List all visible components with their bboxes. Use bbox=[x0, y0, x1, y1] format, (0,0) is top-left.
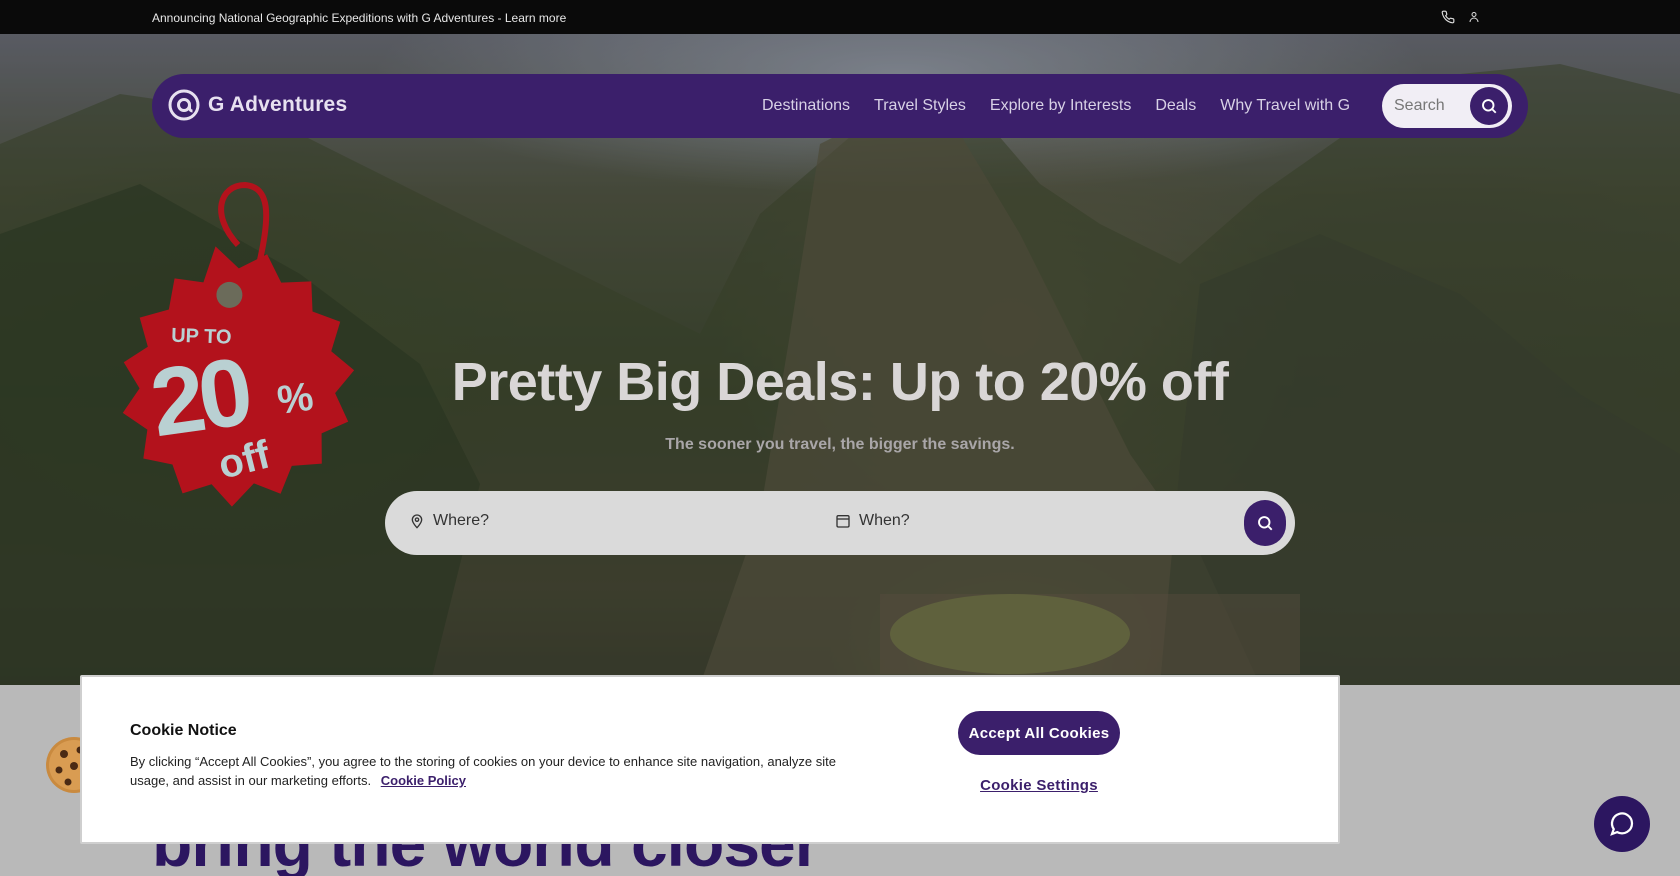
brand-logo[interactable]: G Adventures bbox=[168, 89, 347, 121]
where-field[interactable]: Where? bbox=[409, 512, 489, 530]
accept-all-cookies-button[interactable]: Accept All Cookies bbox=[958, 711, 1120, 755]
location-pin-icon bbox=[411, 514, 423, 529]
cookie-notice: Cookie Notice By clicking “Accept All Co… bbox=[80, 675, 1340, 844]
nav-links: Destinations Travel Styles Explore by In… bbox=[762, 97, 1350, 115]
chat-button[interactable] bbox=[1594, 796, 1650, 852]
nav-link-explore-by-interests[interactable]: Explore by Interests bbox=[990, 97, 1131, 115]
cookie-policy-link[interactable]: Cookie Policy bbox=[381, 773, 466, 788]
main-navigation: G Adventures Destinations Travel Styles … bbox=[152, 74, 1528, 138]
user-icon[interactable] bbox=[1466, 9, 1482, 25]
announcement-link[interactable]: Announcing National Geographic Expeditio… bbox=[152, 11, 566, 25]
nav-link-why-travel-with-g[interactable]: Why Travel with G bbox=[1220, 97, 1350, 115]
trip-search-button[interactable] bbox=[1244, 500, 1286, 546]
hero-subtitle: The sooner you travel, the bigger the sa… bbox=[665, 436, 1015, 453]
cookie-title: Cookie Notice bbox=[130, 722, 237, 739]
when-placeholder: When? bbox=[859, 512, 910, 529]
nav-search bbox=[1382, 84, 1512, 128]
announcement-bar: Announcing National Geographic Expeditio… bbox=[0, 0, 1680, 34]
utility-icons bbox=[1440, 9, 1482, 25]
search-button[interactable] bbox=[1470, 87, 1508, 125]
nav-link-travel-styles[interactable]: Travel Styles bbox=[874, 97, 966, 115]
calendar-icon bbox=[836, 515, 850, 528]
hero-title: Pretty Big Deals: Up to 20% off bbox=[451, 352, 1229, 412]
nav-link-deals[interactable]: Deals bbox=[1155, 97, 1196, 115]
g-adventures-logo-icon bbox=[168, 89, 200, 121]
cookie-text: By clicking “Accept All Cookies”, you ag… bbox=[130, 754, 836, 788]
search-icon bbox=[1482, 99, 1497, 114]
trip-search-bar: Where? When? bbox=[385, 491, 1295, 555]
search-input[interactable] bbox=[1394, 97, 1464, 115]
cookie-settings-link[interactable]: Cookie Settings bbox=[958, 777, 1120, 794]
search-icon bbox=[1258, 516, 1273, 531]
logo-text: G Adventures bbox=[208, 93, 348, 116]
phone-icon[interactable] bbox=[1440, 9, 1456, 25]
cookie-body: By clicking “Accept All Cookies”, you ag… bbox=[130, 752, 870, 790]
when-field[interactable]: When? bbox=[835, 512, 910, 530]
nav-link-destinations[interactable]: Destinations bbox=[762, 97, 850, 115]
where-placeholder: Where? bbox=[433, 512, 490, 529]
chat-bubble-icon bbox=[1610, 812, 1634, 836]
